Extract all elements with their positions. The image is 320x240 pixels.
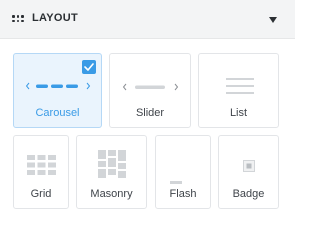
layout-option-masonry[interactable]: Masonry [76,135,147,209]
layout-option-label: Grid [30,188,52,200]
grid-icon [27,155,56,175]
list-icon [226,78,254,94]
layout-option-label: Slider [135,107,165,119]
badge-icon [243,160,255,172]
flash-icon [170,181,182,184]
layout-option-flash[interactable]: Flash [155,135,211,209]
carousel-icon [26,82,91,90]
layout-option-label: Badge [232,188,265,200]
layout-option-label: Flash [169,188,197,200]
section-title: LAYOUT [32,12,79,24]
layout-option-badge[interactable]: Badge [218,135,279,209]
grip-dots-icon [12,15,24,23]
layout-option-grid[interactable]: Grid [13,135,69,209]
layout-option-list[interactable]: List [198,53,279,128]
layout-option-carousel[interactable]: Carousel [13,53,102,128]
layout-option-slider[interactable]: Slider [109,53,191,128]
caret-down-icon[interactable] [269,17,277,23]
layout-option-label: Carousel [35,107,80,119]
slider-icon [122,83,179,91]
layout-section-header[interactable]: LAYOUT [0,0,295,39]
layout-option-label: List [229,107,248,119]
checkmark-icon [82,60,96,74]
layout-option-label: Masonry [90,188,133,200]
masonry-icon [98,150,126,178]
